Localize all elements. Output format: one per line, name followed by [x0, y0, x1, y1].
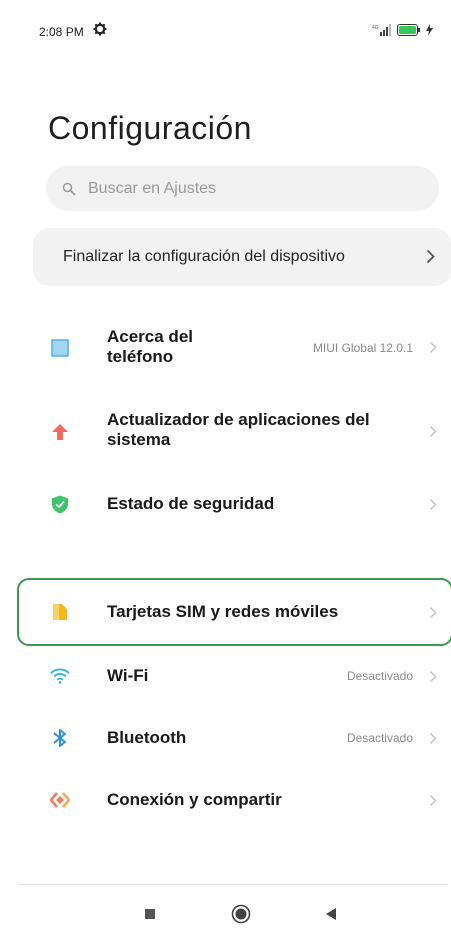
page-title: Configuración [48, 110, 252, 146]
finish-setup-label: Finalizar la configuración del dispositi… [63, 248, 345, 265]
setting-label: Tarjetas SIM y redes móviles [107, 602, 339, 621]
bluetooth-icon [50, 728, 70, 748]
setting-label: Estado de seguridad [107, 494, 275, 513]
recents-square-icon[interactable] [144, 908, 156, 920]
share-connection-icon [50, 790, 70, 810]
setting-label: Wi-Fi [107, 666, 149, 685]
setting-label: Actualizador de aplicaciones del sistema [107, 410, 370, 449]
finish-setup-card[interactable]: Finalizar la configuración del dispositi… [33, 228, 451, 286]
shield-icon [50, 494, 70, 514]
search-icon [62, 182, 76, 195]
home-circle-icon[interactable] [231, 904, 251, 924]
chevron-right-icon [429, 732, 437, 745]
back-triangle-icon[interactable] [325, 907, 337, 921]
setting-row-connection-sharing[interactable]: Conexión y compartir [0, 780, 451, 820]
status-bar: 2:08 PM 4G [0, 0, 451, 60]
setting-row-security-status[interactable]: Estado de seguridad [0, 484, 451, 524]
chevron-right-icon [429, 606, 437, 619]
setting-label: Bluetooth [107, 728, 187, 747]
setting-row-bluetooth[interactable]: Bluetooth Desactivado [0, 718, 451, 758]
nav-divider [18, 884, 448, 885]
setting-label: Acerca del teléfono [107, 327, 193, 366]
sim-card-icon [50, 602, 70, 622]
setting-label: Conexión y compartir [107, 790, 282, 809]
wifi-icon [50, 666, 70, 686]
charging-icon [426, 24, 433, 36]
setting-row-sim-cards[interactable]: Tarjetas SIM y redes móviles [0, 592, 451, 632]
chevron-right-icon [426, 249, 435, 264]
chevron-right-icon [429, 341, 437, 354]
svg-text:4G: 4G [372, 25, 379, 31]
phone-info-icon [50, 338, 70, 358]
chevron-right-icon [429, 794, 437, 807]
chevron-right-icon [429, 670, 437, 683]
chevron-right-icon [429, 498, 437, 511]
setting-value: Desactivado [346, 731, 413, 745]
chevron-right-icon [429, 425, 437, 438]
status-time: 2:08 PM [39, 25, 84, 39]
setting-value: MIUI Global 12.0.1 [312, 341, 413, 355]
setting-value: Desactivado [346, 669, 413, 683]
status-indicators: 4G [372, 24, 433, 36]
setting-row-wifi[interactable]: Wi-Fi Desactivado [0, 656, 451, 696]
setting-row-about-phone[interactable]: Acerca del teléfono MIUI Global 12.0.1 [0, 320, 451, 376]
navigation-bar [0, 898, 451, 932]
update-arrow-icon [50, 422, 70, 442]
gear-icon [93, 22, 107, 36]
signal-icon: 4G [372, 24, 391, 36]
search-placeholder: Buscar en Ajustes [88, 179, 217, 197]
battery-icon [397, 24, 420, 36]
setting-row-system-updater[interactable]: Actualizador de aplicaciones del sistema [0, 404, 451, 460]
search-input[interactable]: Buscar en Ajustes [46, 166, 439, 211]
